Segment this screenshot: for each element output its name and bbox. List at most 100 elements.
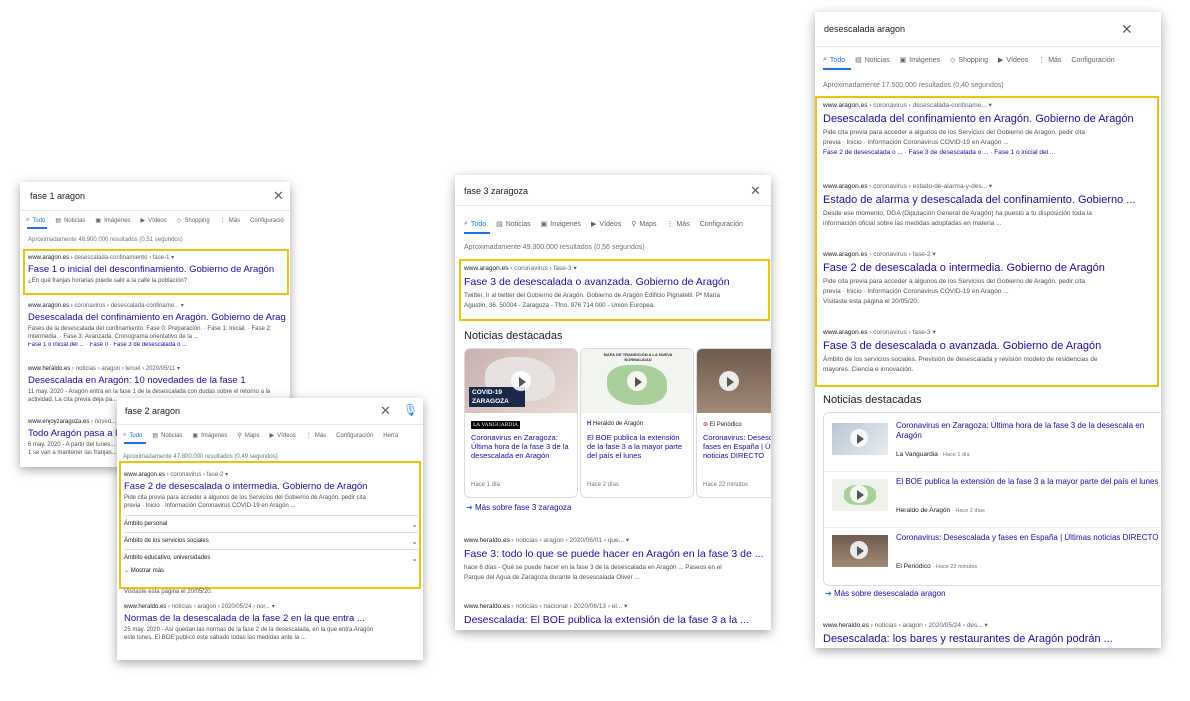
- tab-todo[interactable]: ⌕ Todo: [823, 56, 845, 64]
- tab-shopping[interactable]: ◇ Shopping: [950, 56, 988, 65]
- news-card[interactable]: ⊛ El Periódico Coronavirus: Desescalada …: [696, 348, 771, 498]
- clear-icon[interactable]: ✕: [1121, 21, 1133, 38]
- search-result: www.heraldo.es › noticias › nacional › 2…: [464, 602, 766, 626]
- tab-todo[interactable]: ⌕ Todo: [464, 220, 486, 228]
- tab-imagenes[interactable]: ▣ Imágenes: [899, 56, 940, 65]
- active-tab-indicator: [823, 68, 851, 70]
- tab-imagenes[interactable]: ▣ Imágenes: [541, 220, 581, 229]
- play-icon: [850, 485, 868, 503]
- serp-panel-fase-3: fase 3 zaragoza ✕ ⌕ Todo ▤ Noticias ▣ Imáge…: [455, 175, 771, 630]
- tab-configuracion[interactable]: Configuración: [1071, 57, 1114, 64]
- news-card[interactable]: MAPA DE TRANSICIÓN A LA NUEVA NORMALIDAD…: [580, 348, 694, 498]
- highlight-box: [459, 259, 770, 321]
- tab-videos[interactable]: ▶ Vídeos: [998, 56, 1028, 65]
- mic-icon[interactable]: 🎙︎: [403, 403, 418, 417]
- result-stats: Aproximadamente 48.900.000 resultados (0…: [28, 237, 183, 243]
- tab-configuracion[interactable]: Configuració: [250, 218, 284, 224]
- news-title[interactable]: Coronavirus en Zaragoza: Última hora de …: [471, 433, 569, 469]
- tab-mas[interactable]: ⋮ Más: [666, 220, 689, 229]
- tab-videos[interactable]: ▶ Vídeos: [591, 220, 621, 229]
- caret-down-icon[interactable]: ▾: [272, 604, 275, 610]
- search-query[interactable]: fase 3 zaragoza: [464, 186, 528, 196]
- clear-icon[interactable]: ✕: [273, 188, 284, 204]
- tab-mas[interactable]: ⋮ Más: [1038, 56, 1061, 65]
- tab-videos[interactable]: ▶ Vídeos: [270, 432, 296, 440]
- result-snippet: Parque del Agua de Zaragoza durante la d…: [464, 574, 640, 581]
- news-item[interactable]: Coronavirus en Zaragoza: Última hora de …: [824, 419, 1161, 472]
- news-item[interactable]: El BOE publica la extensión de la fase 3…: [824, 475, 1161, 528]
- result-url[interactable]: www.heraldo.es › noticias › aragon › 202…: [124, 603, 418, 610]
- image-icon: ▣: [899, 57, 907, 64]
- video-icon: ▶: [998, 57, 1004, 64]
- search-query[interactable]: fase 1 aragon: [30, 191, 85, 201]
- caret-down-icon[interactable]: ▾: [181, 303, 184, 309]
- image-icon: ▣: [192, 433, 199, 439]
- search-bar[interactable]: fase 1 aragon ✕: [20, 182, 290, 211]
- news-title[interactable]: El BOE publica la extensión de la fase 3…: [587, 433, 685, 469]
- news-card[interactable]: COVID-19 ZARAGOZA LA VANGUARDIA Coronavi…: [464, 348, 578, 498]
- search-query[interactable]: desescalada aragon: [824, 24, 905, 34]
- news-icon: ▤: [152, 433, 159, 439]
- more-vert-icon: ⋮: [1038, 57, 1046, 64]
- tab-maps[interactable]: ⚲ Maps: [631, 220, 656, 229]
- tab-herramientas[interactable]: Herra: [383, 433, 398, 439]
- result-snippet: este lunes. El BOE publicó este sábado t…: [124, 635, 306, 641]
- top-stories-heading: Noticias destacadas: [823, 394, 922, 406]
- sitelinks[interactable]: Fase 1 o inicial del ... · Fase 0 · Fase…: [28, 342, 286, 348]
- news-title[interactable]: Coronavirus en Zaragoza: Última hora de …: [896, 421, 1161, 441]
- search-query[interactable]: fase 2 aragon: [125, 406, 180, 416]
- result-url[interactable]: www.heraldo.es › noticias › aragon › 202…: [823, 621, 1157, 629]
- search-bar[interactable]: fase 3 zaragoza ✕: [455, 175, 771, 206]
- tab-shopping[interactable]: ◇ Shopping: [177, 217, 210, 225]
- play-icon: [627, 371, 647, 391]
- result-url[interactable]: www.aragon.es › coronavirus › desescalad…: [28, 302, 286, 309]
- tab-noticias[interactable]: ▤ Noticias: [55, 217, 85, 225]
- result-url[interactable]: www.heraldo.es › noticias › aragon › ter…: [28, 365, 286, 372]
- news-title[interactable]: Coronavirus: Desescalada y fases en Espa…: [896, 533, 1161, 553]
- active-tab-indicator: [27, 227, 47, 229]
- more-news-link[interactable]: ➔ Más sobre fase 3 zaragoza: [466, 503, 571, 512]
- search-result: www.aragon.es › coronavirus › desescalad…: [28, 302, 286, 348]
- search-bar[interactable]: desescalada aragon ✕: [815, 12, 1161, 47]
- search-tabs: ⌕ Todo ▤ Noticias ▣ Imágenes ▶ Vídeos ◇ Shopp…: [26, 217, 290, 224]
- tab-mas[interactable]: ⋮ Más: [306, 432, 326, 440]
- tab-todo[interactable]: ⌕ Todo: [26, 217, 45, 224]
- play-icon: [850, 541, 868, 559]
- news-item[interactable]: Coronavirus: Desescalada y fases en Espa…: [824, 531, 1161, 583]
- clear-icon[interactable]: ✕: [380, 403, 391, 419]
- active-tab-indicator: [124, 442, 146, 444]
- result-title[interactable]: Desescalada del confinamiento en Aragón.…: [28, 312, 286, 323]
- result-title[interactable]: Fase 3: todo lo que se puede hacer en Ar…: [464, 548, 766, 560]
- caret-down-icon[interactable]: ▾: [177, 366, 180, 372]
- search-bar[interactable]: fase 2 aragon ✕ 🎙︎: [117, 398, 423, 425]
- more-news-link[interactable]: ➔ Más sobre desescalada aragon: [825, 589, 946, 598]
- result-snippet: Fases de la desescalada del confinamient…: [28, 326, 272, 332]
- news-title[interactable]: El BOE publica la extensión de la fase 3…: [896, 477, 1161, 497]
- tab-noticias[interactable]: ▤ Noticias: [855, 56, 890, 65]
- map-pin-icon: ⚲: [237, 433, 242, 439]
- tab-noticias[interactable]: ▤ Noticias: [152, 432, 182, 440]
- result-title[interactable]: Desescalada: los bares y restaurantes de…: [823, 633, 1157, 645]
- news-source: H Heraldo de Aragón: [587, 421, 644, 427]
- search-tabs: ⌕ Todo ▤ Noticias ▣ Imágenes ⚲ Maps ▶ Vídeos …: [123, 432, 408, 439]
- news-title[interactable]: Coronavirus: Desescalada y fases en Espa…: [703, 433, 771, 469]
- result-snippet: hace 6 días - Qué se puede hacer en la f…: [464, 564, 722, 571]
- result-url[interactable]: www.heraldo.es › noticias › nacional › 2…: [464, 602, 766, 610]
- video-icon: ▶: [140, 218, 146, 224]
- tab-videos[interactable]: ▶ Vídeos: [140, 217, 166, 225]
- result-title[interactable]: Desescalada: El BOE publica la extensión…: [464, 614, 766, 626]
- clear-icon[interactable]: ✕: [750, 183, 761, 199]
- tab-configuracion[interactable]: Configuración: [700, 221, 743, 228]
- tab-maps[interactable]: ⚲ Maps: [237, 432, 259, 440]
- tab-imagenes[interactable]: ▣ Imágenes: [95, 217, 130, 225]
- result-title[interactable]: Normas de la desescalada de la fase 2 en…: [124, 613, 418, 624]
- active-tab-indicator: [464, 232, 490, 234]
- result-title[interactable]: Desescalada en Aragón: 10 novedades de l…: [28, 375, 286, 386]
- search-result: www.heraldo.es › noticias › aragon › 202…: [124, 603, 418, 641]
- tab-todo[interactable]: ⌕ Todo: [123, 432, 142, 439]
- tab-configuracion[interactable]: Configuración: [336, 433, 373, 439]
- result-url[interactable]: www.heraldo.es › noticias › aragon › 202…: [464, 536, 766, 544]
- tab-imagenes[interactable]: ▣ Imágenes: [192, 432, 227, 440]
- tab-noticias[interactable]: ▤ Noticias: [496, 220, 531, 229]
- tab-mas[interactable]: ⋮ Más: [220, 217, 240, 225]
